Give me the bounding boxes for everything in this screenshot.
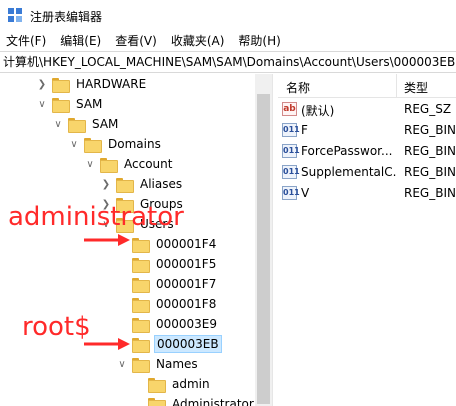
window-title: 注册表编辑器: [30, 10, 103, 24]
chevron-down-icon[interactable]: ∨: [36, 94, 48, 114]
tree-item-label: 000003E9: [156, 317, 218, 331]
tree-item-admin[interactable]: admin: [132, 374, 212, 394]
tree-item-label: Administrator: [172, 397, 254, 406]
tree-item-000001f8[interactable]: 000001F8: [116, 294, 218, 314]
scrollbar-thumb[interactable]: [257, 94, 270, 404]
address-bar[interactable]: 计算机\HKEY_LOCAL_MACHINE\SAM\SAM\Domains\A…: [0, 51, 456, 73]
folder-icon: [132, 357, 150, 373]
tree-item-aliases[interactable]: ❯ Aliases: [100, 174, 184, 194]
title-bar: 注册表编辑器: [0, 0, 456, 30]
tree-item-label: Account: [124, 157, 173, 171]
value-name: ForcePasswor...: [301, 144, 393, 158]
menu-favorites[interactable]: 收藏夹(A): [171, 32, 225, 49]
chevron-right-icon[interactable]: ❯: [100, 174, 112, 194]
menu-view[interactable]: 查看(V): [115, 32, 157, 49]
tree-item-sam-sam[interactable]: ∨ SAM: [52, 114, 120, 134]
menu-file[interactable]: 文件(F): [6, 32, 46, 49]
value-name: F: [301, 123, 308, 137]
tree-item-sam[interactable]: ∨ SAM: [36, 94, 104, 114]
tree-item-label: Aliases: [140, 177, 183, 191]
tree-item-account[interactable]: ∨ Account: [84, 154, 174, 174]
list-item[interactable]: 011 SupplementalC... REG_BIN: [278, 162, 456, 183]
value-type: REG_SZ: [404, 102, 452, 116]
folder-icon: [84, 137, 102, 153]
tree-item-label: SAM: [76, 97, 103, 111]
chevron-right-icon[interactable]: ❯: [36, 74, 48, 94]
column-name-header[interactable]: 名称: [286, 79, 310, 96]
tree-item-names[interactable]: ∨ Names: [116, 354, 200, 374]
folder-icon: [148, 377, 166, 393]
chevron-down-icon[interactable]: ∨: [84, 154, 96, 174]
chevron-down-icon[interactable]: ∨: [116, 354, 128, 374]
key-tree: ❯ HARDWARE ∨ SAM ∨ SAM ∨ Domains ∨ Accou…: [0, 74, 272, 406]
folder-icon: [132, 237, 150, 253]
list-item[interactable]: 011 ForcePasswor... REG_BIN: [278, 141, 456, 162]
chevron-down-icon[interactable]: ∨: [52, 114, 64, 134]
tree-item-label: 000001F8: [156, 297, 217, 311]
column-divider[interactable]: [396, 74, 397, 98]
list-item[interactable]: 011 V REG_BIN: [278, 183, 456, 204]
value-list: 名称 类型 ab (默认) REG_SZ 011 F REG_BIN 011 F…: [278, 74, 456, 406]
folder-icon: [68, 117, 86, 133]
binary-value-icon: 011: [282, 123, 300, 137]
folder-icon: [132, 317, 150, 333]
value-name: V: [301, 186, 310, 200]
binary-value-icon: 011: [282, 186, 300, 200]
folder-icon: [148, 397, 166, 406]
tree-item-000003e9[interactable]: 000003E9: [116, 314, 219, 334]
value-type: REG_BIN: [404, 186, 456, 200]
list-item[interactable]: ab (默认) REG_SZ: [278, 99, 456, 120]
menu-edit[interactable]: 编辑(E): [60, 32, 101, 49]
tree-item-administrator[interactable]: Administrator: [132, 394, 256, 406]
tree-item-label: HARDWARE: [76, 77, 147, 91]
menu-bar: 文件(F) 编辑(E) 查看(V) 收藏夹(A) 帮助(H): [0, 30, 456, 50]
value-type: REG_BIN: [404, 165, 456, 179]
tree-item-000001f5[interactable]: 000001F5: [116, 254, 218, 274]
chevron-down-icon[interactable]: ∨: [68, 134, 80, 154]
list-item[interactable]: 011 F REG_BIN: [278, 120, 456, 141]
tree-item-hardware[interactable]: ❯ HARDWARE: [36, 74, 148, 94]
tree-item-000001f7[interactable]: 000001F7: [116, 274, 218, 294]
tree-item-label: Domains: [108, 137, 161, 151]
annotation-administrator: administrator: [8, 202, 184, 232]
folder-icon: [132, 277, 150, 293]
annotation-root: root$: [22, 312, 91, 342]
folder-icon: [132, 337, 150, 353]
tree-item-label: Names: [156, 357, 198, 371]
value-type: REG_BIN: [404, 123, 456, 137]
regedit-icon: [8, 8, 22, 22]
tree-scrollbar[interactable]: [255, 74, 272, 406]
tree-item-label: SAM: [92, 117, 119, 131]
annotation-arrow-icon: [84, 234, 130, 246]
string-value-icon: ab: [282, 102, 297, 116]
list-header: 名称 类型: [278, 74, 456, 98]
folder-icon: [52, 77, 70, 93]
folder-icon: [132, 257, 150, 273]
folder-icon: [52, 97, 70, 113]
annotation-arrow-icon: [84, 338, 130, 350]
tree-item-domains[interactable]: ∨ Domains: [68, 134, 163, 154]
folder-icon: [116, 177, 134, 193]
column-type-header[interactable]: 类型: [404, 79, 428, 96]
value-type: REG_BIN: [404, 144, 456, 158]
tree-item-label: admin: [172, 377, 210, 391]
tree-item-label: 000001F4: [156, 237, 217, 251]
binary-value-icon: 011: [282, 165, 300, 179]
value-name: (默认): [301, 104, 335, 118]
menu-help[interactable]: 帮助(H): [238, 32, 280, 49]
tree-item-label: 000003EB: [154, 335, 222, 353]
value-name: SupplementalC...: [301, 165, 397, 179]
folder-icon: [132, 297, 150, 313]
binary-value-icon: 011: [282, 144, 300, 158]
tree-item-label: 000001F5: [156, 257, 217, 271]
folder-icon: [100, 157, 118, 173]
tree-item-label: 000001F7: [156, 277, 217, 291]
